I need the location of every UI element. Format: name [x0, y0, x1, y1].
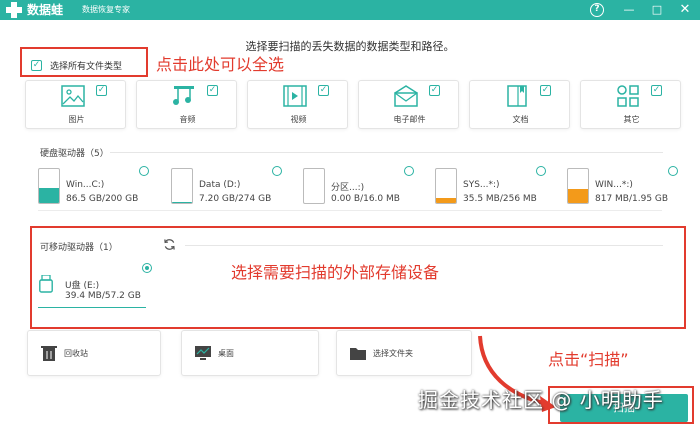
removable-drives-title: 可移动驱动器（1） — [40, 243, 118, 253]
file-type-card-documents[interactable]: ✓ 文档 — [469, 80, 570, 129]
hard-drive-icon — [303, 168, 325, 204]
checkbox-checked-icon[interactable]: ✓ — [318, 85, 329, 96]
hard-drives-title: 硬盘驱动器（5） — [40, 149, 109, 159]
location-choose-folder[interactable]: 选择文件夹 — [336, 330, 472, 376]
checkbox-checked-icon[interactable]: ✓ — [429, 85, 440, 96]
checkbox-checked-icon[interactable]: ✓ — [540, 85, 551, 96]
email-icon — [394, 85, 418, 107]
video-icon — [283, 85, 307, 107]
select-all-label: 选择所有文件类型 — [50, 61, 123, 72]
drive-usage-fill — [39, 188, 59, 203]
hard-drive-icon — [435, 168, 457, 204]
drive-radio-c[interactable] — [139, 166, 149, 176]
file-type-label: 文档 — [512, 115, 529, 124]
drive-name: Data (D:) — [199, 180, 241, 190]
minimize-icon[interactable]: — — [621, 2, 637, 18]
location-label: 回收站 — [64, 349, 88, 358]
drive-name: U盘 (E:) — [65, 281, 100, 291]
drive-usage-fill — [172, 201, 192, 203]
location-recycle-bin[interactable]: 回收站 — [27, 330, 161, 376]
hard-drive-icon — [171, 168, 193, 204]
drive-size: 86.5 GB/200 GB — [66, 194, 139, 204]
drive-usage-fill — [568, 188, 588, 203]
drive-name: WIN...*:) — [595, 180, 633, 190]
trash-icon — [41, 346, 57, 361]
file-type-label: 音频 — [179, 115, 196, 124]
desktop-icon — [195, 346, 211, 360]
folder-icon — [350, 348, 366, 360]
others-icon — [617, 85, 639, 107]
checkbox-checked-icon[interactable]: ✓ — [207, 85, 218, 96]
music-icon — [173, 86, 194, 105]
usb-drive-icon — [39, 275, 53, 293]
annotation-select-all-note: 点击此处可以全选 — [156, 55, 285, 74]
document-icon — [507, 85, 527, 107]
drive-selected-underline — [38, 307, 146, 308]
file-type-card-images[interactable]: ✓ 图片 — [25, 80, 126, 129]
location-label: 选择文件夹 — [373, 349, 413, 358]
location-desktop[interactable]: 桌面 — [181, 330, 319, 376]
drive-radio-win[interactable] — [668, 166, 678, 176]
drive-size: 817 MB/1.95 GB — [595, 194, 669, 204]
drive-name: 分区...:) — [331, 183, 365, 193]
help-icon[interactable]: ? — [590, 3, 604, 17]
location-label: 桌面 — [218, 349, 234, 358]
watermark-text: 掘金技术社区 @ 小明助手 — [418, 388, 664, 412]
annotation-scan-note: 点击“扫描” — [548, 350, 629, 369]
app-logo-icon — [6, 2, 22, 18]
checkbox-checked-icon[interactable]: ✓ — [96, 85, 107, 96]
file-type-label: 视频 — [290, 115, 307, 124]
drive-size: 39.4 MB/57.2 GB — [65, 291, 141, 301]
title-bar: 数据蛙 数据恢复专家 ? — □ ✕ — [0, 0, 700, 20]
app-name: 数据蛙 — [27, 3, 64, 17]
removable-drive-item-e[interactable]: U盘 (E:) 39.4 MB/57.2 GB — [37, 262, 155, 306]
file-type-card-others[interactable]: ✓ 其它 — [580, 80, 681, 129]
drive-name: SYS...*:) — [463, 180, 500, 190]
drive-size: 0.00 B/16.0 MB — [331, 194, 400, 204]
refresh-icon[interactable] — [163, 238, 176, 251]
drives-scrollbar[interactable] — [38, 210, 662, 211]
file-type-label: 其它 — [623, 115, 640, 124]
drive-radio-sys[interactable] — [536, 166, 546, 176]
select-all-checkbox[interactable]: ✓ 选择所有文件类型 — [31, 58, 122, 72]
drive-radio-d[interactable] — [272, 166, 282, 176]
file-type-card-email[interactable]: ✓ 电子邮件 — [358, 80, 459, 129]
checkbox-checked-icon[interactable]: ✓ — [31, 59, 42, 71]
checkbox-checked-icon[interactable]: ✓ — [651, 85, 662, 96]
file-type-card-video[interactable]: ✓ 视频 — [247, 80, 348, 129]
maximize-icon[interactable]: □ — [649, 2, 665, 18]
file-type-label: 图片 — [68, 115, 85, 124]
section-divider — [110, 152, 663, 153]
file-type-card-audio[interactable]: ✓ 音频 — [136, 80, 237, 129]
drive-usage-fill — [436, 198, 456, 203]
file-type-label: 电子邮件 — [393, 115, 426, 124]
app-slogan: 数据恢复专家 — [82, 5, 130, 14]
section-divider — [185, 245, 663, 246]
close-icon[interactable]: ✕ — [677, 2, 693, 18]
image-icon — [61, 85, 85, 107]
drive-size: 7.20 GB/274 GB — [199, 194, 272, 204]
annotation-external-note: 选择需要扫描的外部存储设备 — [231, 263, 440, 282]
drive-radio-partition[interactable] — [404, 166, 414, 176]
removable-drive-radio-e[interactable] — [142, 263, 152, 273]
hard-drive-icon — [38, 168, 60, 204]
drive-name: Win...C:) — [66, 180, 105, 190]
drive-size: 35.5 MB/256 MB — [463, 194, 537, 204]
hard-drive-icon — [567, 168, 589, 204]
